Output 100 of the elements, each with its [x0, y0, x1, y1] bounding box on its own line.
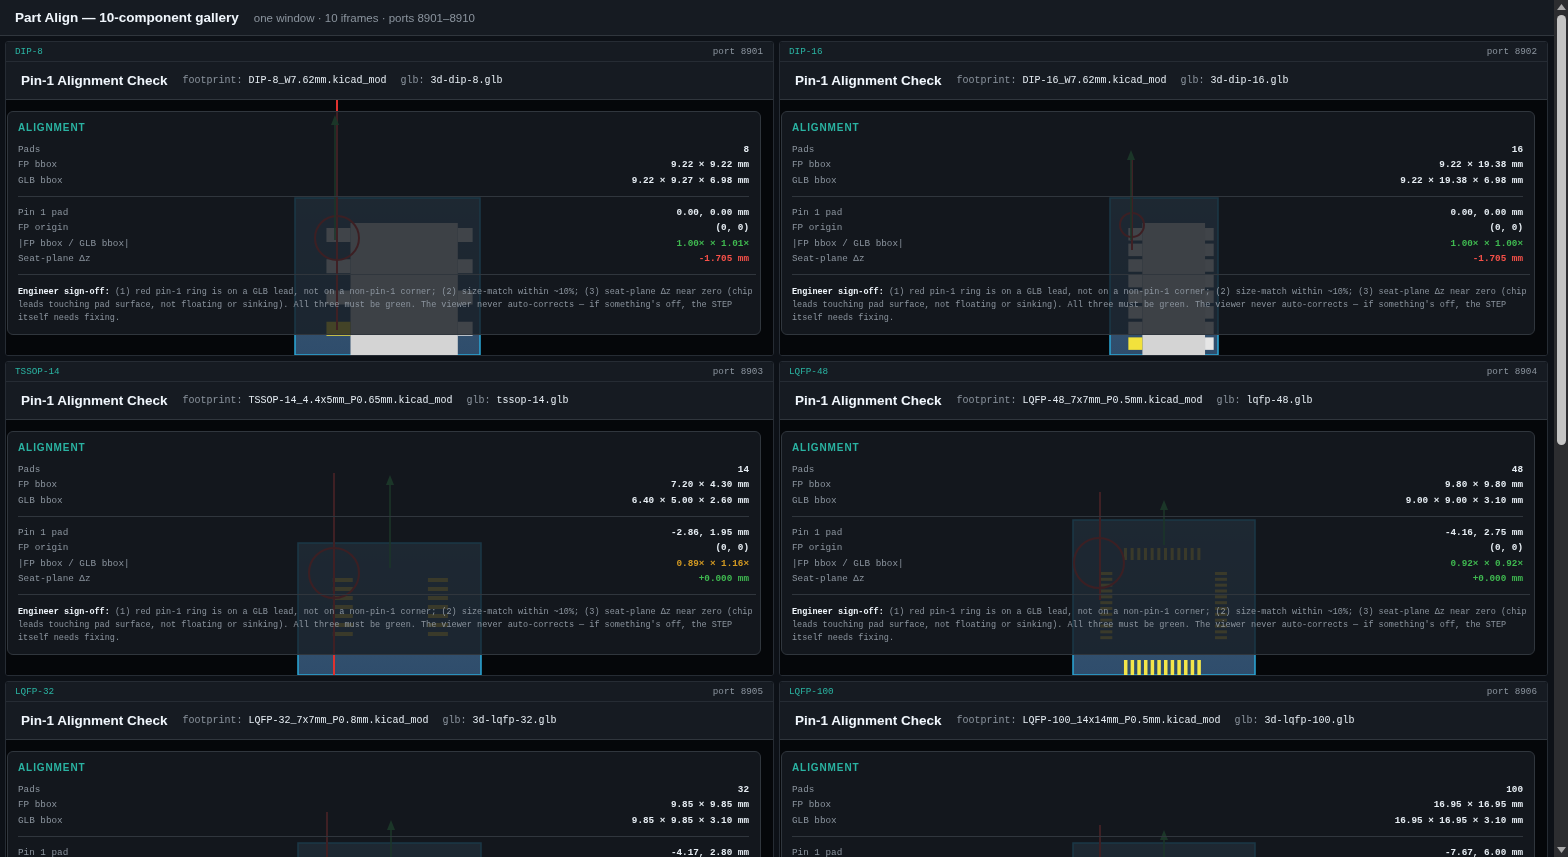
footprint-label: footprint: — [956, 75, 1017, 86]
package-name: LQFP-100 — [789, 686, 834, 697]
metric-label: Pads — [792, 143, 815, 155]
section-heading: ALIGNMENT — [18, 442, 87, 454]
check-title: Pin-1 Alignment Check — [21, 73, 168, 88]
metric-label: FP origin — [792, 222, 843, 234]
port-label: port 8904 — [1486, 366, 1537, 377]
metric-value: -7.67, 6.00 mm — [1444, 846, 1523, 857]
check-title: Pin-1 Alignment Check — [21, 393, 168, 408]
metric-value: 9.22 × 9.22 mm — [670, 159, 749, 170]
metric-label: GLB bbox — [18, 814, 63, 826]
metric-value: -2.86, 1.95 mm — [670, 526, 749, 538]
package-name: DIP-8 — [15, 46, 43, 57]
scrollbar-thumb[interactable] — [1556, 15, 1566, 445]
metric-value: 0.00, 0.00 mm — [676, 206, 749, 218]
metric-value: 9.85 × 9.85 mm — [670, 799, 749, 810]
port-label: port 8901 — [712, 46, 763, 57]
metric-value: -1.705 mm — [1472, 253, 1523, 265]
metric-label: |FP bbox / GLB bbox| — [18, 557, 130, 569]
metric-value: 100 — [1506, 783, 1523, 795]
scroll-up-icon[interactable] — [1556, 4, 1566, 10]
metric-label: Pads — [792, 463, 815, 475]
metric-value: +0.000 mm — [1472, 573, 1523, 585]
metric-value: -1.705 mm — [698, 253, 749, 265]
glb-filename: 3d-lqfp-32.glb — [472, 715, 557, 726]
metric-label: GLB bbox — [792, 814, 837, 826]
metric-value: 0.00, 0.00 mm — [1450, 206, 1523, 218]
glb-label: glb: — [400, 75, 425, 86]
sign-off-note: Engineer sign-off: (1) red pin-1 ring is on a GLB lead, not on a non-pin-1 corner; (2) size-match within ~10%; (3) seat-plane Δz near zero (chip leads touching pad surface, not floating or sinking). All three must be green. The viewer never auto-corrects — if something's off, the STEP itself needs fixing. — [792, 594, 1530, 646]
app-subtitle: one window · 10 iframes · ports 8901–8910 — [253, 11, 475, 24]
glb-label: glb: — [466, 395, 491, 406]
metric-value: 32 — [737, 783, 749, 795]
metric-value: +0.000 mm — [698, 573, 749, 585]
port-label: port 8903 — [712, 366, 763, 377]
metric-label: Pin 1 pad — [792, 846, 843, 857]
section-heading: ALIGNMENT — [792, 762, 861, 774]
metric-value: 1.00× × 1.01× — [676, 237, 749, 249]
metric-label: Pin 1 pad — [18, 846, 69, 857]
glb-label: glb: — [1180, 75, 1205, 86]
app-title: Part Align — 10-component gallery — [15, 10, 239, 25]
footprint-filename: LQFP-32_7x7mm_P0.8mm.kicad_mod — [248, 715, 429, 726]
footprint-label: footprint: — [182, 75, 243, 86]
port-label: port 8905 — [712, 686, 763, 697]
metric-label: Pads — [18, 783, 41, 795]
metric-value: 9.22 × 19.38 × 6.98 mm — [1400, 174, 1523, 186]
metric-value: (0, 0) — [715, 222, 749, 234]
metric-label: Seat-plane Δz — [18, 573, 91, 585]
metric-value: -4.17, 2.80 mm — [670, 846, 749, 857]
metric-label: Pads — [18, 143, 41, 155]
package-name: DIP-16 — [789, 46, 823, 57]
metric-value: -4.16, 2.75 mm — [1444, 526, 1523, 538]
metric-label: Pin 1 pad — [792, 206, 843, 218]
glb-label: glb: — [1234, 715, 1259, 726]
metric-label: GLB bbox — [18, 494, 63, 506]
check-title: Pin-1 Alignment Check — [795, 73, 942, 88]
footprint-label: footprint: — [956, 715, 1017, 726]
glb-filename: 3d-dip-16.glb — [1210, 75, 1289, 86]
package-name: LQFP-48 — [789, 366, 829, 377]
metric-label: FP origin — [792, 542, 843, 554]
metric-value: 16.95 × 16.95 × 3.10 mm — [1394, 814, 1523, 826]
scrollbar[interactable] — [1554, 0, 1568, 857]
footprint-label: footprint: — [956, 395, 1017, 406]
scroll-down-icon[interactable] — [1556, 847, 1566, 853]
glb-filename: tssop-14.glb — [496, 395, 569, 406]
metric-value: 48 — [1511, 463, 1523, 475]
metric-label: Pads — [792, 783, 815, 795]
metric-label: FP bbox — [792, 159, 832, 170]
metric-label: GLB bbox — [18, 174, 63, 186]
metric-label: Pin 1 pad — [18, 526, 69, 538]
metric-value: 16.95 × 16.95 mm — [1433, 799, 1523, 810]
sign-off-note: Engineer sign-off: (1) red pin-1 ring is on a GLB lead, not on a non-pin-1 corner; (2) size-match within ~10%; (3) seat-plane Δz near zero (chip leads touching pad surface, not floating or sinking). All three must be green. The viewer never auto-corrects — if something's off, the STEP itself needs fixing. — [18, 594, 756, 646]
sign-off-note: Engineer sign-off: (1) red pin-1 ring is on a GLB lead, not on a non-pin-1 corner; (2) size-match within ~10%; (3) seat-plane Δz near zero (chip leads touching pad surface, not floating or sinking). All three must be green. The viewer never auto-corrects — if something's off, the STEP itself needs fixing. — [792, 274, 1530, 326]
metric-label: Pin 1 pad — [792, 526, 843, 538]
footprint-filename: LQFP-48_7x7mm_P0.5mm.kicad_mod — [1022, 395, 1203, 406]
glb-label: glb: — [1216, 395, 1241, 406]
footprint-label: footprint: — [182, 395, 243, 406]
metric-value: (0, 0) — [1489, 542, 1523, 554]
section-heading: ALIGNMENT — [792, 442, 861, 454]
check-title: Pin-1 Alignment Check — [795, 713, 942, 728]
metric-label: Seat-plane Δz — [792, 253, 865, 265]
metric-label: FP bbox — [18, 479, 58, 490]
glb-label: glb: — [442, 715, 467, 726]
section-heading: ALIGNMENT — [18, 122, 87, 134]
metric-label: |FP bbox / GLB bbox| — [792, 237, 904, 249]
footprint-filename: DIP-16_W7.62mm.kicad_mod — [1022, 75, 1167, 86]
section-heading: ALIGNMENT — [792, 122, 861, 134]
metric-value: 1.00× × 1.00× — [1450, 237, 1523, 249]
metric-label: FP bbox — [18, 159, 58, 170]
metric-label: Pin 1 pad — [18, 206, 69, 218]
metric-value: 6.40 × 5.00 × 2.60 mm — [631, 494, 749, 506]
glb-filename: lqfp-48.glb — [1246, 395, 1313, 406]
metric-value: 9.22 × 19.38 mm — [1439, 159, 1523, 170]
metric-value: 0.89× × 1.16× — [676, 557, 749, 569]
footprint-filename: LQFP-100_14x14mm_P0.5mm.kicad_mod — [1022, 715, 1221, 726]
metric-label: FP origin — [18, 222, 69, 234]
metric-label: GLB bbox — [792, 174, 837, 186]
metric-label: |FP bbox / GLB bbox| — [792, 557, 904, 569]
package-name: LQFP-32 — [15, 686, 55, 697]
metric-value: 14 — [737, 463, 749, 475]
metric-value: 9.00 × 9.00 × 3.10 mm — [1405, 494, 1523, 506]
